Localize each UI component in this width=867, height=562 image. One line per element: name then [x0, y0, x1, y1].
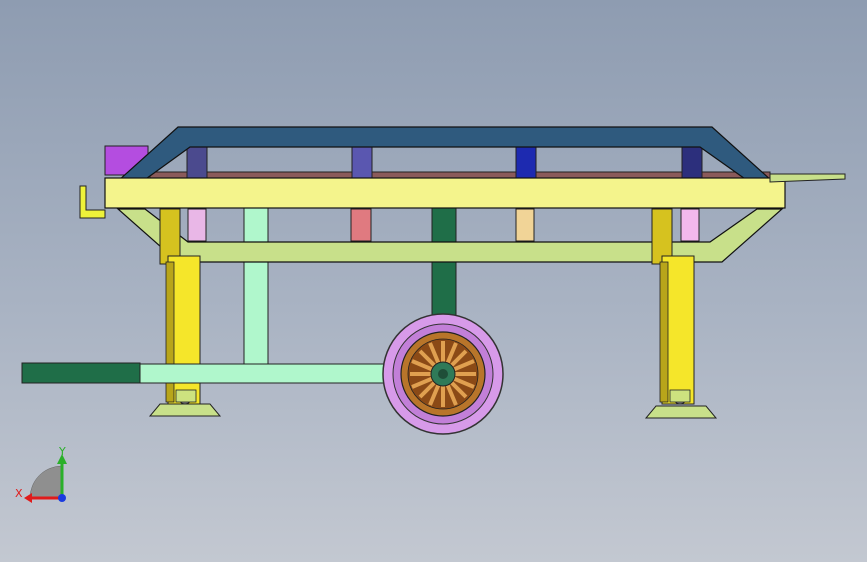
wheel: [382, 313, 504, 435]
coordinate-triad: Y X: [15, 445, 67, 503]
cross-member-2: [351, 146, 373, 180]
rail-extension-right: [769, 173, 846, 183]
stub-3: [515, 208, 535, 242]
x-axis-label: X: [15, 487, 23, 500]
main-yellow-rail: [104, 177, 786, 209]
front-hook-bracket: [79, 185, 106, 219]
cad-viewport[interactable]: Y X: [0, 0, 867, 562]
drawbar-green: [21, 362, 141, 384]
stub-4: [680, 208, 700, 242]
cross-member-4: [681, 146, 703, 180]
center-post-mint: [243, 206, 269, 368]
stub-1: [187, 208, 207, 242]
y-axis-label: Y: [58, 445, 66, 458]
triad-plane-icon: [29, 465, 63, 499]
cross-member-1: [186, 146, 208, 180]
trailer-model[interactable]: [21, 126, 846, 435]
stub-2: [350, 208, 372, 242]
cross-member-3: [515, 146, 537, 180]
drawbar-mint: [139, 363, 391, 384]
